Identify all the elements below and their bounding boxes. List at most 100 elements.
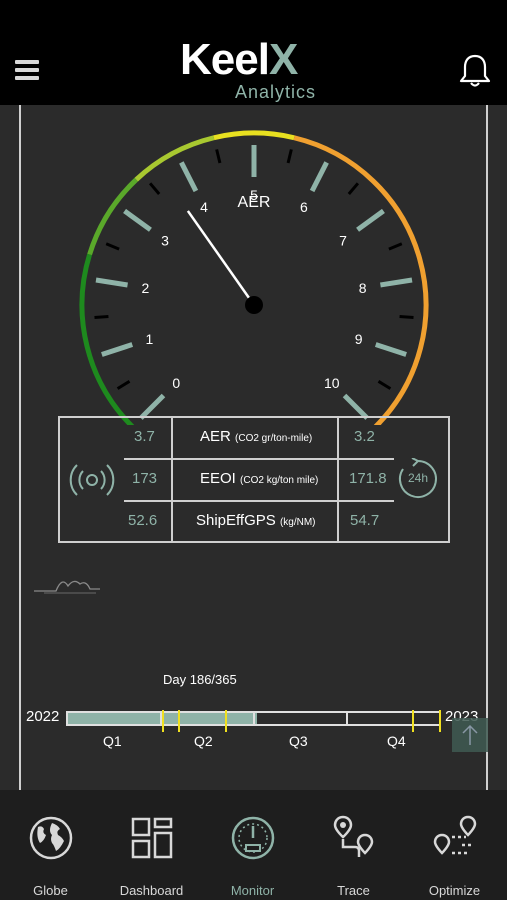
gauge-major-tick	[342, 393, 369, 420]
metric-shipeff-current: 52.6	[128, 512, 158, 529]
nav-label-monitor: Monitor	[230, 883, 275, 898]
gauge-scale-label: 6	[300, 199, 308, 215]
quarter-label-q3: Q3	[289, 733, 308, 749]
gauge-major-tick	[95, 277, 128, 288]
app-header: KeelX Analytics	[0, 0, 507, 105]
timeline-event-marker[interactable]	[411, 710, 414, 732]
nav-item-optimize[interactable]: Optimize	[404, 790, 505, 900]
gauge-major-tick	[123, 208, 152, 232]
gauge-major-tick	[356, 208, 385, 232]
table-divider	[337, 418, 339, 541]
gauge-major-tick	[139, 393, 166, 420]
year-progress-bar	[66, 710, 441, 732]
wave-logo	[34, 580, 100, 594]
gauge-major-tick	[179, 161, 199, 193]
quarter-divider	[253, 713, 255, 724]
gauge-scale-label: 8	[359, 280, 367, 296]
metric-eeoi-unit: (CO2 kg/ton mile)	[240, 475, 319, 486]
gauge-scale-label: 10	[324, 375, 340, 391]
quarter-label-q1: Q1	[103, 733, 122, 749]
gauge-minor-tick	[377, 380, 392, 390]
gauge-scale-label: 0	[172, 375, 180, 391]
24h-refresh-icon[interactable]: 24h	[397, 458, 439, 500]
broadcast-signal-icon	[69, 464, 115, 496]
globe-icon	[29, 816, 73, 860]
day-counter: Day 186/365	[163, 672, 237, 687]
metric-eeoi-current: 173	[132, 470, 158, 487]
logo-subtitle: Analytics	[235, 82, 317, 102]
gauge-major-tick	[374, 342, 407, 357]
gauge-needle	[186, 210, 256, 306]
gauge-scale-label: 1	[145, 331, 153, 347]
metric-aer-label: AER (CO2 gr/ton-mile)	[200, 428, 312, 445]
gauge-minor-tick	[94, 314, 109, 320]
gauge-needle-hub	[245, 296, 263, 314]
gauge-zone-arc	[213, 130, 295, 141]
optimize-route-icon	[433, 815, 477, 855]
nav-label-globe: Globe	[33, 883, 68, 898]
metric-shipeff-name: ShipEffGPS	[196, 512, 276, 529]
gauge-scale-label: 3	[161, 232, 169, 248]
gauge-scale-label: 2	[141, 280, 149, 296]
metric-eeoi-label: EEOI (CO2 kg/ton mile)	[200, 470, 318, 487]
metric-aer-previous: 3.2	[354, 428, 375, 445]
logo-keel: Keel	[180, 35, 270, 84]
route-pins-icon	[333, 815, 374, 857]
keelx-logo: KeelX Analytics	[180, 35, 330, 103]
table-divider	[124, 500, 394, 502]
gauge-major-tick	[309, 161, 329, 193]
timeline-end-marker	[439, 710, 441, 732]
metric-aer-name: AER	[200, 428, 231, 445]
gauge-scale-label: 9	[355, 331, 363, 347]
gauge-title: AER	[238, 194, 271, 211]
table-divider	[171, 418, 173, 541]
gauge-minor-tick	[347, 182, 360, 195]
gauge-minor-tick	[148, 182, 161, 195]
metric-aer-current: 3.7	[134, 428, 155, 445]
gauge-scale-labels: 012345678910	[141, 187, 366, 391]
timeline-event-marker[interactable]	[162, 710, 165, 732]
aer-gauge: 012345678910 AER	[79, 130, 429, 425]
gauge-minor-tick	[388, 242, 403, 251]
bottom-nav: Globe Dashboard Monitor Trace Optimize	[0, 790, 507, 900]
start-year: 2022	[26, 708, 60, 725]
logo-x: X	[268, 35, 298, 84]
gauge-minor-tick	[116, 380, 131, 390]
nav-label-trace: Trace	[337, 883, 370, 898]
nav-item-dashboard[interactable]: Dashboard	[101, 790, 202, 900]
gauge-scale-label: 4	[200, 199, 208, 215]
gauge-minor-tick	[286, 149, 293, 164]
metric-eeoi-previous: 171.8	[349, 470, 387, 487]
speedometer-icon	[231, 816, 275, 860]
gauge-major-tick	[101, 342, 134, 357]
scroll-to-top-button[interactable]	[452, 718, 488, 752]
gauge-zone-arc	[134, 135, 215, 182]
timeline-event-marker[interactable]	[224, 710, 227, 732]
quarter-divider	[346, 713, 348, 724]
arrow-up-icon	[462, 724, 478, 745]
gauge-minor-tick	[105, 242, 120, 251]
metrics-table: 3.7 AER (CO2 gr/ton-mile) 3.2 173 EEOI (…	[58, 416, 450, 543]
metric-aer-unit: (CO2 gr/ton-mile)	[235, 433, 313, 444]
metric-shipeff-label: ShipEffGPS (kg/NM)	[196, 512, 316, 529]
nav-item-globe[interactable]: Globe	[0, 790, 101, 900]
logo-wordmark: KeelX	[180, 35, 298, 84]
metric-shipeff-unit: (kg/NM)	[279, 517, 316, 528]
metric-shipeff-previous: 54.7	[350, 512, 380, 529]
nav-label-dashboard: Dashboard	[119, 883, 184, 898]
period-label: 24h	[407, 471, 429, 485]
table-divider	[124, 458, 394, 460]
metric-eeoi-name: EEOI	[200, 470, 236, 487]
dashboard-grid-icon	[131, 817, 173, 859]
quarter-label-q4: Q4	[387, 733, 406, 749]
bell-icon[interactable]	[458, 52, 492, 90]
gauge-scale-label: 7	[339, 232, 347, 248]
nav-label-optimize: Optimize	[428, 883, 481, 898]
gauge-major-tick	[380, 277, 413, 288]
nav-item-monitor[interactable]: Monitor	[202, 790, 303, 900]
timeline-event-marker[interactable]	[177, 710, 180, 732]
gauge-minor-tick	[399, 314, 414, 320]
hamburger-menu-icon[interactable]	[15, 60, 39, 80]
gauge-minor-tick	[215, 149, 222, 164]
nav-item-trace[interactable]: Trace	[303, 790, 404, 900]
